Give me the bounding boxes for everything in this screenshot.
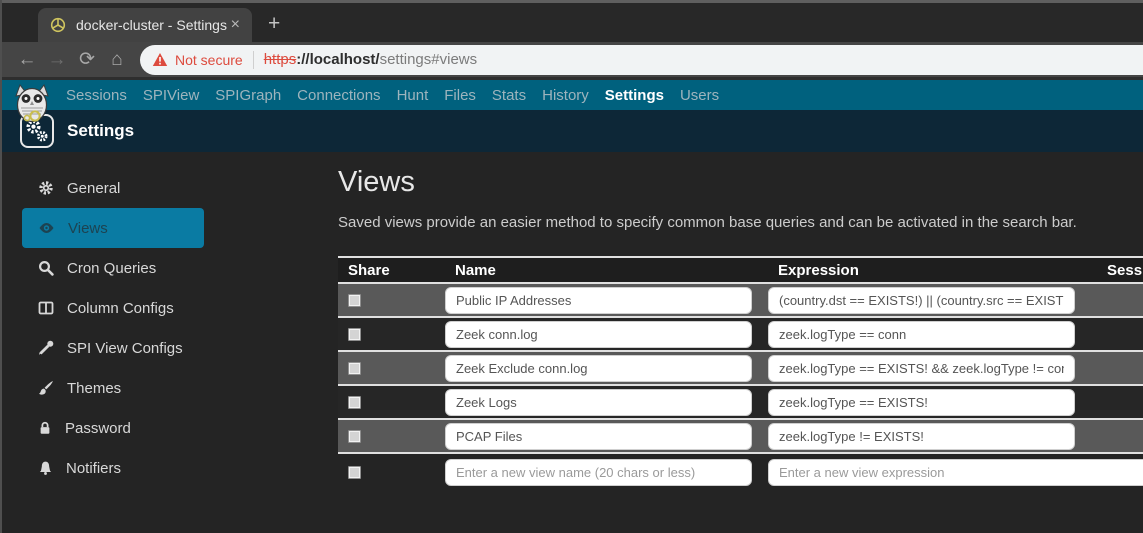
new-tab-button[interactable]: + — [268, 12, 280, 36]
views-description: Saved views provide an easier method to … — [338, 214, 1077, 231]
view-name-input[interactable] — [445, 354, 752, 382]
browser-tab-strip: docker-cluster - Settings × + — [2, 0, 1143, 42]
page-header: Settings — [2, 110, 1143, 152]
share-checkbox[interactable] — [348, 293, 361, 307]
bell-icon — [38, 460, 53, 476]
nav-item-users[interactable]: Users — [680, 87, 719, 104]
header-share: Share — [348, 261, 390, 279]
table-row — [338, 420, 1143, 454]
table-row — [338, 284, 1143, 318]
sidebar-item-views[interactable]: Views — [22, 208, 204, 248]
table-row — [338, 352, 1143, 386]
browser-tab[interactable]: docker-cluster - Settings × — [38, 8, 252, 42]
sidebar-item-themes[interactable]: Themes — [22, 368, 204, 408]
tab-title: docker-cluster - Settings — [76, 17, 227, 33]
nav-item-settings[interactable]: Settings — [605, 87, 664, 104]
table-row — [338, 318, 1143, 352]
home-icon[interactable]: ⌂ — [102, 49, 132, 71]
browser-toolbar: ← → ⟳ ⌂ Not secure https://localhost/set… — [2, 42, 1143, 80]
url-host: ://localhost/ — [296, 51, 380, 68]
view-expression-input[interactable] — [768, 422, 1075, 450]
view-expression-input[interactable] — [768, 320, 1075, 348]
back-icon[interactable]: ← — [12, 49, 42, 71]
nav-item-connections[interactable]: Connections — [297, 87, 380, 104]
sidebar-item-label: Views — [68, 219, 108, 237]
views-table: Share Name Expression Sessions — [338, 256, 1143, 490]
tab-close-icon[interactable]: × — [227, 16, 244, 34]
warning-triangle-icon — [152, 52, 168, 67]
views-title: Views — [338, 166, 415, 198]
nav-item-files[interactable]: Files — [444, 87, 476, 104]
sidebar-item-label: Password — [65, 419, 131, 437]
share-checkbox[interactable] — [348, 361, 361, 375]
forward-icon[interactable]: → — [42, 49, 72, 71]
view-expression-input[interactable] — [768, 286, 1075, 314]
columns-icon — [38, 300, 54, 316]
sidebar-item-label: Cron Queries — [67, 259, 157, 277]
share-checkbox[interactable] — [348, 429, 361, 443]
sidebar-item-column-configs[interactable]: Column Configs — [22, 288, 204, 328]
sidebar-item-cron-queries[interactable]: Cron Queries — [22, 248, 204, 288]
gear-icon — [38, 180, 54, 196]
sidebar-item-notifiers[interactable]: Notifiers — [22, 448, 204, 488]
nav-item-spigraph[interactable]: SPIGraph — [215, 87, 281, 104]
eyedropper-icon — [38, 340, 54, 356]
header-expression: Expression — [778, 261, 859, 279]
sidebar-item-spi-view-configs[interactable]: SPI View Configs — [22, 328, 204, 368]
view-name-input[interactable] — [445, 388, 752, 416]
sidebar-item-label: Column Configs — [67, 299, 174, 317]
url-scheme: https — [263, 51, 297, 68]
page-title: Settings — [67, 121, 135, 140]
share-checkbox[interactable] — [348, 327, 361, 341]
view-name-input[interactable] — [445, 286, 752, 314]
owl-logo-icon[interactable] — [12, 83, 52, 127]
nav-item-stats[interactable]: Stats — [492, 87, 526, 104]
views-table-header: Share Name Expression Sessions — [338, 256, 1143, 284]
not-secure-label: Not secure — [175, 51, 243, 68]
settings-sidebar: General Views Cron Queries Column Config… — [2, 152, 338, 530]
paintbrush-icon — [38, 380, 54, 396]
sidebar-item-label: Notifiers — [66, 459, 122, 477]
favicon-icon — [50, 17, 66, 33]
nav-item-history[interactable]: History — [542, 87, 589, 104]
sidebar-item-general[interactable]: General — [22, 168, 204, 208]
eye-icon — [38, 220, 55, 236]
url-path: settings#views — [379, 51, 478, 68]
nav-item-spiview[interactable]: SPIView — [143, 87, 199, 104]
new-view-name-input[interactable] — [445, 458, 752, 486]
view-name-input[interactable] — [445, 422, 752, 450]
new-view-share-checkbox[interactable] — [348, 465, 361, 479]
app-navbar: Sessions SPIView SPIGraph Connections Hu… — [2, 80, 1143, 110]
view-expression-input[interactable] — [768, 388, 1075, 416]
sidebar-item-label: General — [67, 179, 121, 197]
nav-item-hunt[interactable]: Hunt — [397, 87, 429, 104]
view-name-input[interactable] — [445, 320, 752, 348]
header-sessions: Sessions — [1107, 261, 1143, 279]
search-icon — [38, 260, 54, 276]
sidebar-item-label: Themes — [67, 379, 122, 397]
url-divider — [252, 50, 254, 69]
view-expression-input[interactable] — [768, 354, 1075, 382]
lock-icon — [38, 420, 52, 436]
header-name: Name — [455, 261, 496, 279]
reload-icon[interactable]: ⟳ — [72, 48, 102, 71]
sidebar-item-password[interactable]: Password — [22, 408, 204, 448]
new-view-row — [338, 454, 1143, 490]
nav-item-sessions[interactable]: Sessions — [66, 87, 127, 104]
table-row — [338, 386, 1143, 420]
url-bar[interactable]: Not secure https://localhost/settings#vi… — [140, 44, 1143, 75]
share-checkbox[interactable] — [348, 395, 361, 409]
sidebar-item-label: SPI View Configs — [67, 339, 183, 357]
new-view-expression-input[interactable] — [768, 458, 1143, 486]
